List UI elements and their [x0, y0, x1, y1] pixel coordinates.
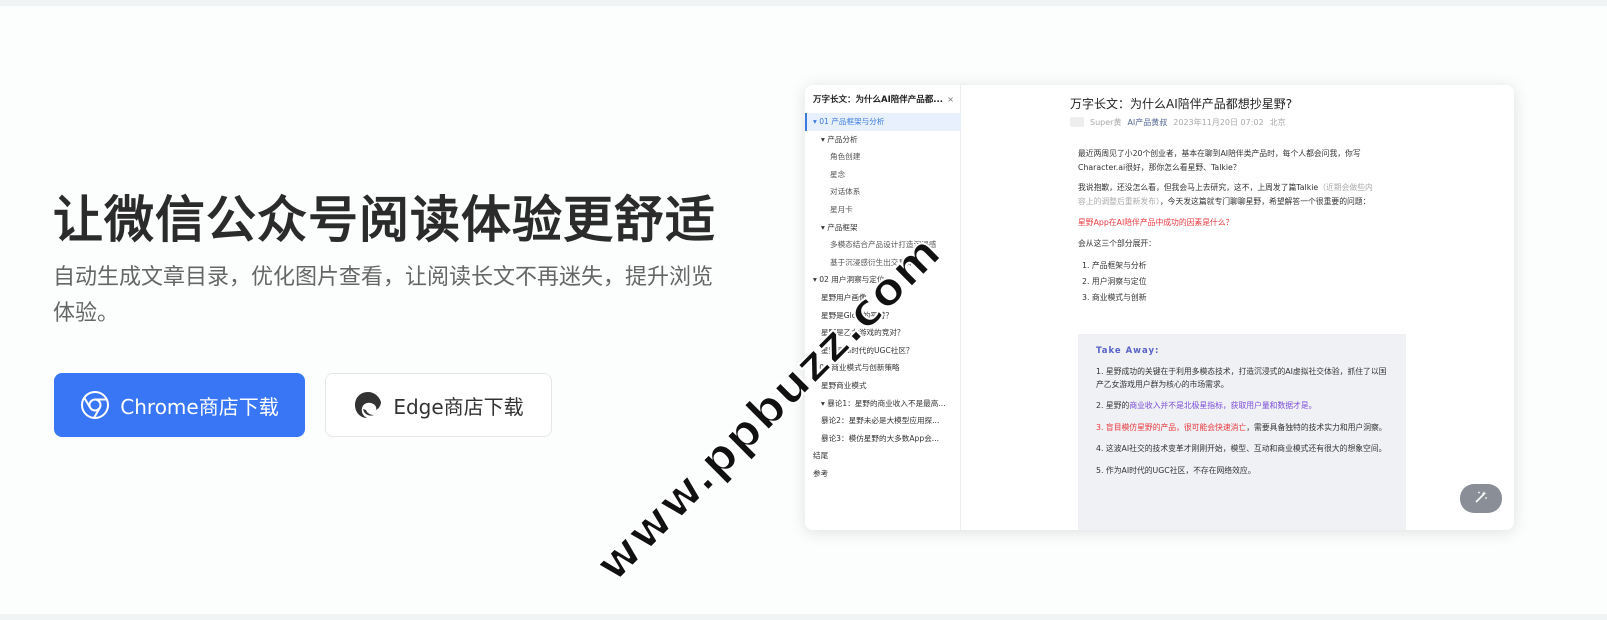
toc-header: 万字长文：为什么AI陪伴产品都... [813, 95, 943, 105]
hero-title: 让微信公众号阅读体验更舒适 [53, 191, 716, 249]
takeaway-item-1: 1. 星野成功的关键在于利用多模态技术，打造沉浸式的AI虚拟社交体验，抓住了以国… [1096, 367, 1387, 389]
toc-item[interactable]: 星念 [805, 166, 961, 184]
outline-item: 3. 商业模式与创新 [1082, 293, 1147, 302]
toc-item[interactable]: 暴论2：星野未必是大模型应用探... [805, 412, 961, 430]
takeaway-item-2: 2. 星野的商业收入并不是北极星指标，获取用户量和数据才是。 [1096, 401, 1317, 410]
key-question: 星野App在AI陪伴产品中成功的因素是什么？ [1078, 218, 1234, 227]
takeaway-item-5: 5. 作为AI时代的UGC社区，不存在网络效应。 [1096, 465, 1256, 475]
reader-preview: 万字长文：为什么AI陪伴产品都... × ▾ 01 产品框架与分析 ▾ 产品分析角… [805, 85, 1514, 530]
paragraph-2: 我说抱歉，还没怎么看，但我会马上去研究，这不，上周发了篇Talkie（近期会做些… [1078, 181, 1378, 208]
takeaway-item-4: 4. 这波AI社交的技术变革才刚刚开始，模型、互动和商业模式还有很大的想象空间。 [1096, 444, 1387, 453]
takeaway-item-3: 3. 盲目模仿星野的产品，很可能会快速消亡，需要具备独特的技术实力和用户洞察。 [1096, 422, 1387, 432]
close-icon[interactable]: × [947, 95, 954, 104]
paragraph-2-text-a: 我说抱歉，还没怎么看，但我会马上去研究，这不，上周发了篇Talkie [1078, 183, 1319, 192]
toc-item[interactable]: ▾ 01 产品框架与分析 [805, 113, 961, 131]
toc-item[interactable]: 暴论3：模仿星野的大多数App会... [805, 430, 961, 448]
toc-item[interactable]: ▾ 产品框架 [805, 219, 961, 237]
outline-item: 1. 产品框架与分析 [1082, 261, 1147, 270]
toc-item[interactable]: 对话体系 [805, 183, 961, 201]
article-title: 万字长文：为什么AI陪伴产品都想抄星野? [1070, 97, 1293, 111]
toc-item[interactable]: 参考 [805, 465, 961, 483]
outline-list: 1. 产品框架与分析 2. 用户洞察与定位 3. 商业模式与创新 [1082, 259, 1382, 307]
takeaway-title: Take Away: [1096, 346, 1160, 356]
toc-item[interactable]: ▾ 产品分析 [805, 131, 961, 149]
takeaway-box: Take Away: 1. 星野成功的关键在于利用多模态技术，打造沉浸式的AI虚… [1078, 334, 1406, 530]
toc-item[interactable]: 星月卡 [805, 201, 961, 219]
edge-icon [353, 390, 383, 420]
chrome-store-download-button[interactable]: Chrome商店下载 [54, 373, 305, 437]
magic-wand-icon [1474, 489, 1488, 508]
article-meta: Super黄 AI产品黄叔 2023年11月20日 07:02 北京 [1070, 117, 1286, 128]
article-source[interactable]: AI产品黄叔 [1127, 117, 1167, 128]
magic-wand-button[interactable] [1460, 484, 1502, 513]
chrome-button-label: Chrome商店下载 [120, 394, 279, 419]
edge-button-label: Edge商店下载 [393, 394, 524, 419]
toc-item[interactable]: 角色创建 [805, 148, 961, 166]
paragraph-1: 最近两周见了小20个创业者，基本在聊到AI陪伴类产品时，每个人都会问我，你写Ch… [1078, 149, 1361, 172]
hero-subtitle: 自动生成文章目录，优化图片查看，让阅读长文不再迷失，提升浏览体验。 [53, 265, 714, 326]
toc-item[interactable]: ▾ 暴论1：星野的商业收入不是最高... [805, 395, 961, 413]
chrome-icon [80, 390, 110, 420]
article-location: 北京 [1269, 118, 1286, 127]
edge-store-download-button[interactable]: Edge商店下载 [325, 373, 552, 437]
article-date: 2023年11月20日 07:02 [1173, 118, 1264, 127]
article-view: 万字长文：为什么AI陪伴产品都想抄星野? Super黄 AI产品黄叔 2023年… [962, 85, 1514, 530]
top-divider [0, 0, 1607, 6]
paragraph-2-text-b: ，今天发这篇就专门聊聊星野，希望解答一个很重要的问题： [1159, 196, 1371, 206]
outline-item: 2. 用户洞察与定位 [1082, 277, 1147, 286]
outline-intro: 会从这三个部分展开： [1078, 239, 1156, 248]
original-tag [1070, 117, 1084, 127]
bottom-divider [0, 614, 1607, 620]
article-author: Super黄 [1090, 118, 1122, 127]
toc-item[interactable]: 结尾 [805, 447, 961, 465]
